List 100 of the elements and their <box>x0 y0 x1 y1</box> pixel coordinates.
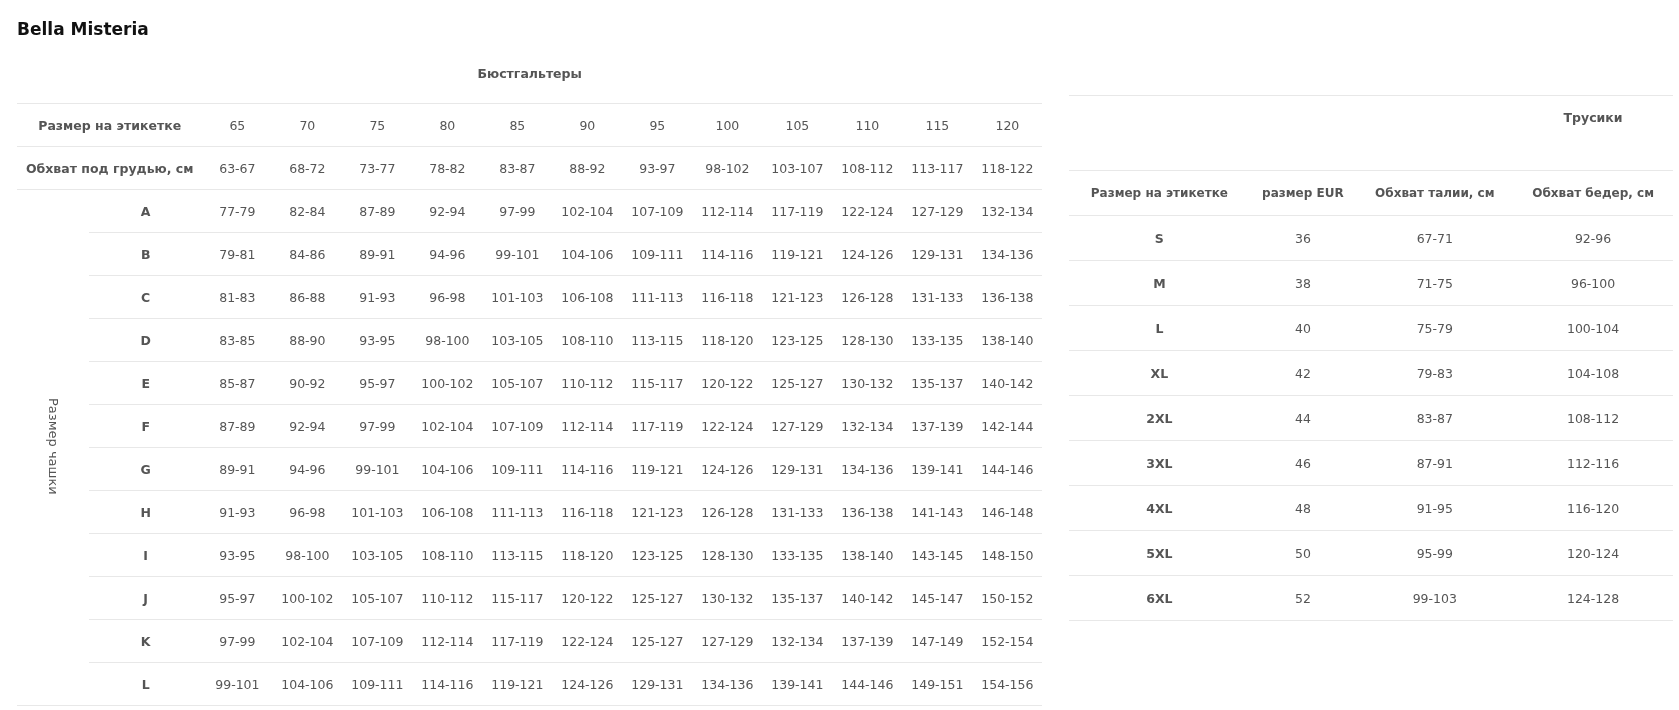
table-cell: 114-116 <box>692 232 763 276</box>
table-cell: 148-150 <box>972 533 1043 577</box>
table-cell: 85 <box>482 103 553 147</box>
table-cell: 145-147 <box>902 576 973 620</box>
table-cell: 87-89 <box>202 404 273 448</box>
table-cell: 114-116 <box>552 447 623 491</box>
table-cell: 108-110 <box>412 533 483 577</box>
row-header: Обхват под грудью, см <box>17 146 203 190</box>
table-cell: 40 <box>1249 305 1357 351</box>
table-cell: 132-134 <box>762 619 833 663</box>
table-cell: 105 <box>762 103 833 147</box>
table-cell: 110-112 <box>552 361 623 405</box>
table-cell: 87-91 <box>1356 440 1514 486</box>
table-cell: 147-149 <box>902 619 973 663</box>
table-cell: 125-127 <box>622 576 693 620</box>
row-header: K <box>89 619 203 663</box>
column-header: размер EUR <box>1249 170 1357 216</box>
table-cell: 86-88 <box>272 275 343 319</box>
table-cell: 138-140 <box>832 533 903 577</box>
table-cell: 98-102 <box>692 146 763 190</box>
table-cell: 88-92 <box>552 146 623 190</box>
column-header: Обхват бедер, см <box>1513 170 1673 216</box>
table-cell: 68-72 <box>272 146 343 190</box>
row-header: 2XL <box>1069 395 1250 441</box>
table-cell: 97-99 <box>482 189 553 233</box>
table-cell: 122-124 <box>692 404 763 448</box>
table-cell: 82-84 <box>272 189 343 233</box>
row-header: 4XL <box>1069 485 1250 531</box>
table-cell: 105-107 <box>482 361 553 405</box>
table-cell: 140-142 <box>832 576 903 620</box>
table-cell: 92-94 <box>412 189 483 233</box>
table-cell: 95 <box>622 103 693 147</box>
table-cell: 91-93 <box>342 275 413 319</box>
table-cell: 90-92 <box>272 361 343 405</box>
table-cell: 108-110 <box>552 318 623 362</box>
table-cell: 123-125 <box>762 318 833 362</box>
table-cell: 134-136 <box>832 447 903 491</box>
table-cell: 97-99 <box>342 404 413 448</box>
table-cell: 117-119 <box>482 619 553 663</box>
row-header: L <box>89 662 203 706</box>
table-cell: 101-103 <box>482 275 553 319</box>
table-cell: 125-127 <box>622 619 693 663</box>
table-cell: 112-114 <box>692 189 763 233</box>
brand-title: Bella Misteria <box>17 18 150 41</box>
table-cell: 80 <box>412 103 483 147</box>
table-cell: 138-140 <box>972 318 1043 362</box>
table-cell: 114-116 <box>412 662 483 706</box>
table-cell: 52 <box>1249 575 1357 621</box>
table-cell: 111-113 <box>622 275 693 319</box>
table-cell: 135-137 <box>902 361 973 405</box>
table-cell: 118-120 <box>552 533 623 577</box>
table-cell: 116-118 <box>692 275 763 319</box>
row-header: J <box>89 576 203 620</box>
table-cell: 152-154 <box>972 619 1043 663</box>
table-cell: 98-100 <box>412 318 483 362</box>
table-cell: 124-126 <box>692 447 763 491</box>
table-cell: 70 <box>272 103 343 147</box>
table-cell: 107-109 <box>482 404 553 448</box>
table-cell: 132-134 <box>832 404 903 448</box>
table-cell: 50 <box>1249 530 1357 576</box>
table-cell: 88-90 <box>272 318 343 362</box>
table-cell: 123-125 <box>622 533 693 577</box>
table-cell: 38 <box>1249 260 1357 306</box>
table-cell: 143-145 <box>902 533 973 577</box>
table-cell: 120-124 <box>1513 530 1673 576</box>
table-cell: 127-129 <box>902 189 973 233</box>
row-group-label: Размер чашки <box>45 397 61 495</box>
row-header: C <box>89 275 203 319</box>
table-cell: 107-109 <box>622 189 693 233</box>
row-header: 6XL <box>1069 575 1250 621</box>
table-cell: 105-107 <box>342 576 413 620</box>
table-cell: 102-104 <box>412 404 483 448</box>
table-cell: 94-96 <box>272 447 343 491</box>
table-cell: 104-106 <box>412 447 483 491</box>
table-cell: 73-77 <box>342 146 413 190</box>
row-header: 3XL <box>1069 440 1250 486</box>
table-cell: 112-116 <box>1513 440 1673 486</box>
table-cell: 104-106 <box>552 232 623 276</box>
table-cell: 131-133 <box>762 490 833 534</box>
table-cell: 108-112 <box>832 146 903 190</box>
table-cell: 92-94 <box>272 404 343 448</box>
row-header: E <box>89 361 203 405</box>
table-cell: 90 <box>552 103 623 147</box>
table-cell: 78-82 <box>412 146 483 190</box>
table-cell: 99-101 <box>202 662 273 706</box>
table-cell: 42 <box>1249 350 1357 396</box>
table-cell: 115 <box>902 103 973 147</box>
table-cell: 109-111 <box>342 662 413 706</box>
table-cell: 130-132 <box>692 576 763 620</box>
table-cell: 67-71 <box>1356 215 1514 261</box>
table-cell: 100 <box>692 103 763 147</box>
table-cell: 135-137 <box>762 576 833 620</box>
table-cell: 91-95 <box>1356 485 1514 531</box>
table-cell: 140-142 <box>972 361 1043 405</box>
table-cell: 44 <box>1249 395 1357 441</box>
table-cell: 98-100 <box>272 533 343 577</box>
table-cell: 110 <box>832 103 903 147</box>
table-cell: 83-85 <box>202 318 273 362</box>
table-cell: 129-131 <box>902 232 973 276</box>
row-header: D <box>89 318 203 362</box>
